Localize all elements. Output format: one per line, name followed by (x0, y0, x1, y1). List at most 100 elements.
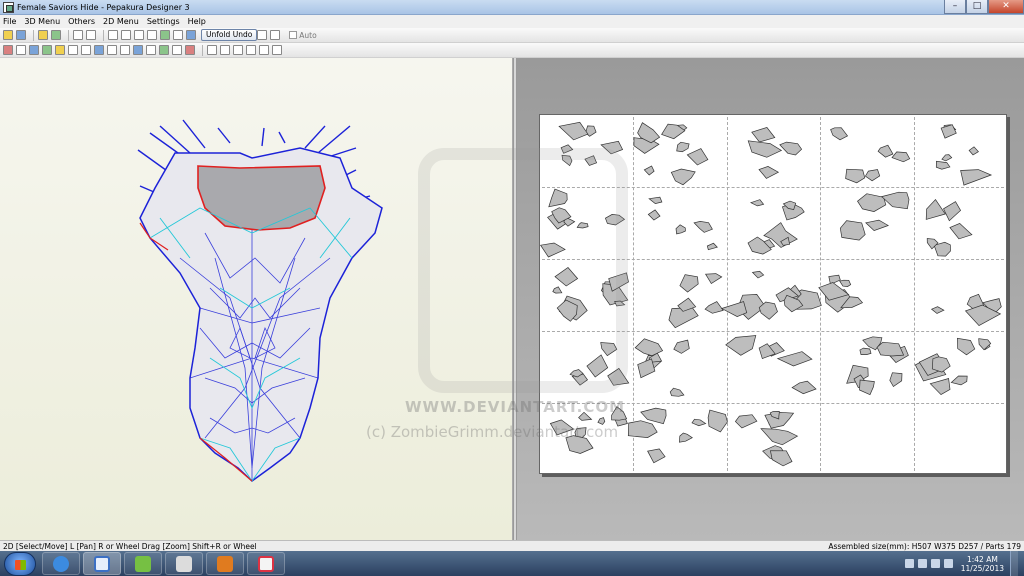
unfolded-part[interactable] (859, 379, 875, 396)
unfolded-part[interactable] (769, 450, 793, 467)
disconnect-icon[interactable] (81, 45, 91, 55)
align-left-icon[interactable] (207, 45, 217, 55)
menu-file[interactable]: File (3, 17, 16, 26)
align-right-icon[interactable] (233, 45, 243, 55)
unfolded-part[interactable] (679, 432, 693, 443)
rotate-part-icon[interactable] (94, 45, 104, 55)
unfolded-part[interactable] (670, 168, 696, 186)
join-edges-icon[interactable] (68, 45, 78, 55)
unfolded-part[interactable] (679, 274, 699, 293)
flip-icon[interactable] (107, 45, 117, 55)
unfolded-part[interactable] (830, 127, 849, 141)
unfolded-part[interactable] (640, 407, 667, 425)
unfolded-part[interactable] (791, 380, 817, 395)
maximize-button[interactable]: □ (966, 0, 988, 14)
unfolded-part[interactable] (673, 339, 690, 354)
unfolded-part[interactable] (859, 347, 872, 355)
paint-icon[interactable] (42, 45, 52, 55)
zoom-icon[interactable] (133, 45, 143, 55)
unfolded-part[interactable] (751, 270, 765, 279)
unfolded-part[interactable] (889, 372, 903, 388)
unfolded-part[interactable] (637, 358, 656, 379)
auto-checkbox[interactable] (289, 31, 298, 39)
unfolded-part[interactable] (940, 124, 957, 139)
open-file-icon[interactable] (3, 30, 13, 40)
volume-icon[interactable] (943, 559, 953, 568)
single-view-icon[interactable] (257, 30, 268, 40)
unfolded-part[interactable] (643, 165, 655, 176)
menu-2d[interactable]: 2D Menu (103, 17, 139, 26)
taskbar-explorer[interactable] (165, 552, 203, 575)
unfolded-part[interactable] (747, 140, 783, 158)
unfolded-part[interactable] (880, 191, 910, 210)
unfolded-part[interactable] (968, 146, 979, 156)
grid-icon[interactable] (29, 45, 39, 55)
clock[interactable]: 1:42 AM 11/25/2013 (961, 555, 1004, 573)
unfolded-part[interactable] (675, 224, 686, 235)
unfolded-part[interactable] (929, 378, 951, 396)
menu-help[interactable]: Help (188, 17, 206, 26)
unfolded-part[interactable] (720, 301, 748, 317)
unfolded-part[interactable] (941, 154, 953, 162)
unfolded-part[interactable] (747, 236, 772, 255)
unfolded-part[interactable] (758, 166, 780, 179)
unfolded-part[interactable] (943, 201, 962, 222)
unfolded-part[interactable] (949, 222, 973, 240)
minimize-button[interactable]: – (944, 0, 966, 14)
unfolded-part[interactable] (876, 341, 905, 357)
undo-icon[interactable] (73, 30, 83, 40)
show-hidden-icons-icon[interactable] (904, 559, 914, 568)
taskbar-pepakura[interactable] (83, 552, 121, 575)
save-file-icon[interactable] (16, 30, 26, 40)
unfolded-part[interactable] (779, 141, 803, 156)
unfolded-part[interactable] (648, 196, 663, 204)
menu-others[interactable]: Others (68, 17, 95, 26)
fold-lines-icon[interactable] (173, 30, 183, 40)
unfolded-part[interactable] (706, 242, 718, 251)
measure-icon[interactable] (146, 45, 156, 55)
unfolded-part[interactable] (935, 160, 951, 170)
unfolded-part[interactable] (734, 414, 758, 429)
network-icon[interactable] (917, 559, 927, 568)
unfold-undo-button[interactable]: Unfold Undo (201, 29, 258, 41)
menu-3d[interactable]: 3D Menu (24, 17, 60, 26)
unfolded-part[interactable] (960, 169, 993, 186)
move-tool-icon[interactable] (16, 45, 26, 55)
select-tool-icon[interactable] (3, 45, 13, 55)
unfolded-part[interactable] (647, 209, 661, 221)
align-middle-icon[interactable] (259, 45, 269, 55)
unfolded-part[interactable] (558, 121, 589, 141)
unfolded-part[interactable] (839, 279, 852, 287)
close-button[interactable]: ✕ (988, 0, 1024, 14)
3d-view-icon[interactable] (38, 30, 48, 40)
align-bottom-icon[interactable] (272, 45, 282, 55)
rotate-icon[interactable] (147, 30, 157, 40)
pepakura-app-icon[interactable] (3, 1, 14, 13)
edge-icon[interactable] (108, 30, 118, 40)
flap-toggle-icon[interactable] (120, 45, 130, 55)
taskbar-media[interactable] (206, 552, 244, 575)
unfolded-part[interactable] (634, 338, 664, 357)
unfolded-part[interactable] (686, 148, 709, 166)
unfolded-part[interactable] (930, 306, 945, 314)
taskbar-internet-explorer[interactable] (42, 552, 80, 575)
taskbar-notepad[interactable] (124, 552, 162, 575)
show-desktop-button[interactable] (1010, 551, 1018, 576)
unfold-icon[interactable] (186, 30, 196, 40)
align-center-icon[interactable] (220, 45, 230, 55)
unfolded-part[interactable] (704, 301, 724, 314)
unfolded-part[interactable] (691, 418, 707, 427)
unfolded-part[interactable] (693, 221, 713, 233)
align-top-icon[interactable] (246, 45, 256, 55)
text-tool-icon[interactable] (55, 45, 65, 55)
flag-icon[interactable] (930, 559, 940, 568)
unfolded-part[interactable] (839, 220, 866, 241)
unfolded-part[interactable] (647, 448, 666, 464)
split-view-icon[interactable] (270, 30, 281, 40)
texture-icon[interactable] (51, 30, 61, 40)
join-icon[interactable] (121, 30, 131, 40)
unfolded-part[interactable] (760, 428, 799, 446)
unfolded-part[interactable] (925, 198, 946, 220)
unfolded-part[interactable] (669, 387, 685, 397)
unfolded-part[interactable] (957, 337, 976, 356)
